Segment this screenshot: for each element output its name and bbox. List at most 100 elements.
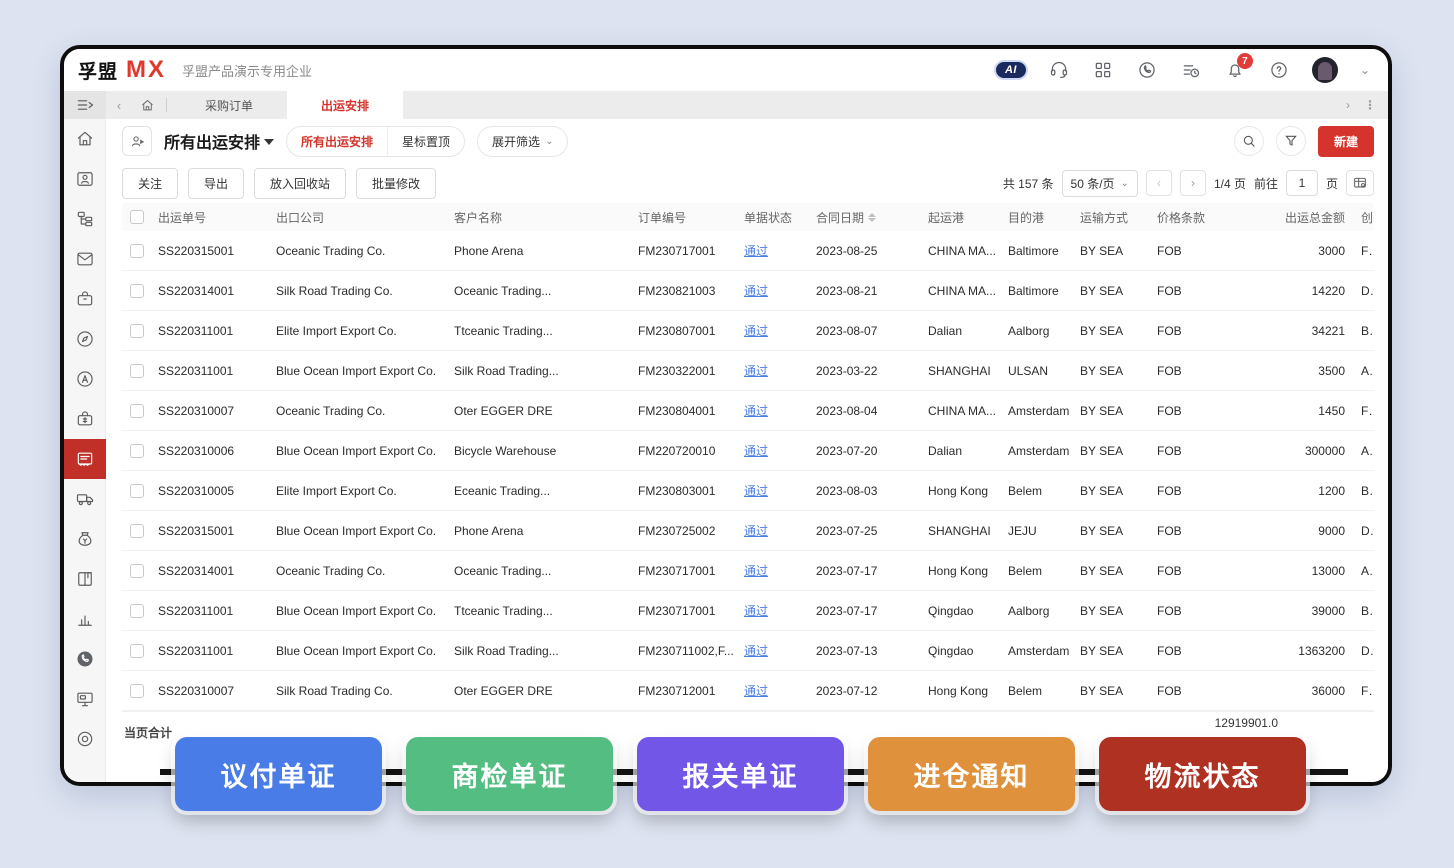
row-checkbox[interactable] bbox=[130, 484, 144, 498]
search-icon[interactable] bbox=[1234, 126, 1264, 156]
whatsapp-icon[interactable] bbox=[64, 639, 106, 679]
bag-icon[interactable] bbox=[64, 279, 106, 319]
row-checkbox[interactable] bbox=[130, 284, 144, 298]
org-icon[interactable] bbox=[64, 199, 106, 239]
nav-back-icon[interactable]: ‹ bbox=[106, 98, 132, 113]
select-all-checkbox[interactable] bbox=[130, 210, 144, 224]
view-title-dropdown[interactable]: 所有出运安排 bbox=[164, 129, 274, 153]
flow-button-议付单证[interactable]: 议付单证 bbox=[175, 737, 382, 811]
table-row[interactable]: SS220311001Blue Ocean Import Export Co.S… bbox=[122, 351, 1374, 391]
tab-出运安排[interactable]: 出运安排 bbox=[287, 91, 403, 119]
filter-funnel-icon[interactable] bbox=[1276, 126, 1306, 156]
column-header[interactable]: 目的港 bbox=[1008, 209, 1080, 226]
row-checkbox[interactable] bbox=[130, 324, 144, 338]
row-checkbox[interactable] bbox=[130, 684, 144, 698]
home-icon[interactable] bbox=[64, 119, 106, 159]
toolbar-button-批量修改[interactable]: 批量修改 bbox=[356, 168, 436, 199]
status-link[interactable]: 通过 bbox=[744, 484, 768, 498]
truck-icon[interactable] bbox=[64, 479, 106, 519]
column-header[interactable]: 出运单号 bbox=[158, 209, 276, 226]
status-link[interactable]: 通过 bbox=[744, 444, 768, 458]
column-header[interactable]: 创建人 bbox=[1355, 209, 1374, 226]
row-checkbox[interactable] bbox=[130, 444, 144, 458]
segment-所有出运安排[interactable]: 所有出运安排 bbox=[287, 127, 387, 156]
toolbar-button-导出[interactable]: 导出 bbox=[188, 168, 244, 199]
help-icon[interactable] bbox=[1268, 59, 1290, 81]
status-link[interactable]: 通过 bbox=[744, 564, 768, 578]
flow-button-商检单证[interactable]: 商检单证 bbox=[406, 737, 613, 811]
table-row[interactable]: SS220311001Elite Import Export Co.Ttcean… bbox=[122, 311, 1374, 351]
mail-icon[interactable] bbox=[64, 239, 106, 279]
status-link[interactable]: 通过 bbox=[744, 644, 768, 658]
next-page-button[interactable]: › bbox=[1180, 170, 1206, 196]
expand-filter-button[interactable]: 展开筛选 ⌄ bbox=[477, 126, 568, 157]
sort-icon[interactable] bbox=[868, 213, 876, 222]
column-header[interactable]: 运输方式 bbox=[1080, 209, 1157, 226]
status-link[interactable]: 通过 bbox=[744, 284, 768, 298]
row-checkbox[interactable] bbox=[130, 404, 144, 418]
prev-page-button[interactable]: ‹ bbox=[1146, 170, 1172, 196]
shipping-doc-icon[interactable] bbox=[64, 439, 106, 479]
goto-page-input[interactable] bbox=[1286, 170, 1318, 196]
row-checkbox[interactable] bbox=[130, 244, 144, 258]
apps-grid-icon[interactable] bbox=[1092, 59, 1114, 81]
account-chevron-down-icon[interactable]: ⌄ bbox=[1360, 63, 1370, 77]
toolbar-button-关注[interactable]: 关注 bbox=[122, 168, 178, 199]
table-row[interactable]: SS220310006Blue Ocean Import Export Co.B… bbox=[122, 431, 1374, 471]
column-header[interactable]: 单据状态 bbox=[744, 209, 816, 226]
status-link[interactable]: 通过 bbox=[744, 604, 768, 618]
column-header[interactable]: 合同日期 bbox=[816, 209, 928, 226]
ai-assistant-icon[interactable]: AI bbox=[996, 62, 1026, 78]
status-link[interactable]: 通过 bbox=[744, 324, 768, 338]
tab-more-menu-icon[interactable]: ⋮ bbox=[1364, 98, 1376, 112]
contacts-icon[interactable] bbox=[64, 159, 106, 199]
column-header[interactable]: 出运总金额 bbox=[1243, 209, 1355, 226]
column-header[interactable]: 订单编号 bbox=[638, 209, 744, 226]
a-badge-icon[interactable] bbox=[64, 359, 106, 399]
task-list-icon[interactable] bbox=[1180, 59, 1202, 81]
column-header[interactable]: 起运港 bbox=[928, 209, 1008, 226]
toolbar-button-放入回收站[interactable]: 放入回收站 bbox=[254, 168, 346, 199]
whatsapp-icon[interactable] bbox=[1136, 59, 1158, 81]
table-row[interactable]: SS220310007Silk Road Trading Co.Oter EGG… bbox=[122, 671, 1374, 711]
money-bag-icon[interactable] bbox=[64, 519, 106, 559]
row-checkbox[interactable] bbox=[130, 644, 144, 658]
page-size-select[interactable]: 50 条/页 ⌄ bbox=[1062, 170, 1138, 197]
gear-icon[interactable] bbox=[64, 719, 106, 759]
home-tab-icon[interactable] bbox=[132, 98, 162, 113]
column-header[interactable]: 价格条款 bbox=[1157, 209, 1243, 226]
chart-icon[interactable] bbox=[64, 599, 106, 639]
notification-bell-icon[interactable]: 7 bbox=[1224, 59, 1246, 81]
table-row[interactable]: SS220311001Blue Ocean Import Export Co.T… bbox=[122, 591, 1374, 631]
flow-button-物流状态[interactable]: 物流状态 bbox=[1099, 737, 1306, 811]
column-header[interactable]: 客户名称 bbox=[454, 209, 638, 226]
flow-button-进仓通知[interactable]: 进仓通知 bbox=[868, 737, 1075, 811]
tab-采购订单[interactable]: 采购订单 bbox=[171, 91, 287, 119]
row-checkbox[interactable] bbox=[130, 564, 144, 578]
monitor-icon[interactable] bbox=[64, 679, 106, 719]
owner-filter-icon[interactable] bbox=[122, 126, 152, 156]
status-link[interactable]: 通过 bbox=[744, 244, 768, 258]
user-avatar[interactable] bbox=[1312, 57, 1338, 83]
nav-forward-icon[interactable]: › bbox=[1346, 98, 1350, 112]
table-row[interactable]: SS220315001Blue Ocean Import Export Co.P… bbox=[122, 511, 1374, 551]
row-checkbox[interactable] bbox=[130, 604, 144, 618]
status-link[interactable]: 通过 bbox=[744, 364, 768, 378]
status-link[interactable]: 通过 bbox=[744, 684, 768, 698]
status-link[interactable]: 通过 bbox=[744, 404, 768, 418]
table-row[interactable]: SS220311001Blue Ocean Import Export Co.S… bbox=[122, 631, 1374, 671]
flow-button-报关单证[interactable]: 报关单证 bbox=[637, 737, 844, 811]
sidebar-collapse-toggle[interactable] bbox=[64, 91, 106, 119]
segment-星标置顶[interactable]: 星标置顶 bbox=[387, 127, 464, 156]
row-checkbox[interactable] bbox=[130, 364, 144, 378]
table-row[interactable]: SS220310007Oceanic Trading Co.Oter EGGER… bbox=[122, 391, 1374, 431]
table-row[interactable]: SS220314001Silk Road Trading Co.Oceanic … bbox=[122, 271, 1374, 311]
compass-icon[interactable] bbox=[64, 319, 106, 359]
create-button[interactable]: 新建 bbox=[1318, 126, 1374, 157]
table-row[interactable]: SS220314001Oceanic Trading Co.Oceanic Tr… bbox=[122, 551, 1374, 591]
table-row[interactable]: SS220310005Elite Import Export Co.Eceani… bbox=[122, 471, 1374, 511]
book-icon[interactable] bbox=[64, 559, 106, 599]
headset-support-icon[interactable] bbox=[1048, 59, 1070, 81]
column-settings-icon[interactable] bbox=[1346, 170, 1374, 196]
table-row[interactable]: SS220315001Oceanic Trading Co.Phone Aren… bbox=[122, 231, 1374, 271]
